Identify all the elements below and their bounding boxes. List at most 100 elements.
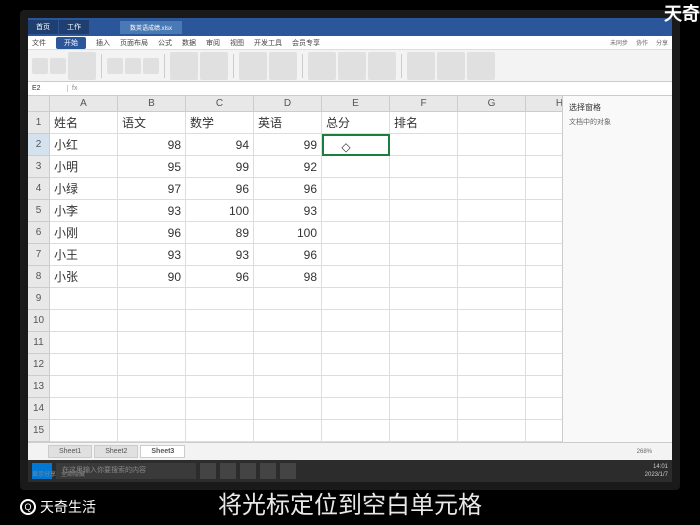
cell[interactable] <box>322 178 390 200</box>
cell[interactable]: 96 <box>186 178 254 200</box>
merge-icon[interactable] <box>170 52 198 80</box>
cell[interactable]: 94 <box>186 134 254 156</box>
select-all-corner[interactable] <box>28 96 50 112</box>
cell[interactable] <box>458 178 526 200</box>
cell[interactable] <box>458 200 526 222</box>
cell[interactable] <box>186 398 254 420</box>
row-header[interactable]: 14 <box>28 398 50 420</box>
cell[interactable]: 96 <box>186 266 254 288</box>
row-header[interactable]: 15 <box>28 420 50 442</box>
cell[interactable]: 96 <box>254 244 322 266</box>
cell[interactable]: 93 <box>186 244 254 266</box>
cell[interactable] <box>526 244 562 266</box>
row-header[interactable]: 5 <box>28 200 50 222</box>
cell[interactable] <box>390 178 458 200</box>
cell[interactable] <box>50 398 118 420</box>
cell[interactable] <box>186 420 254 442</box>
cell[interactable] <box>526 310 562 332</box>
document-filename[interactable]: 数英语成绩.xlsx <box>120 21 182 34</box>
sum-icon[interactable] <box>308 52 336 80</box>
cell[interactable] <box>322 420 390 442</box>
cell[interactable] <box>186 310 254 332</box>
cell[interactable]: 96 <box>118 222 186 244</box>
italic-icon[interactable] <box>125 58 141 74</box>
cell[interactable] <box>322 244 390 266</box>
cell[interactable] <box>186 288 254 310</box>
format-icon[interactable] <box>239 52 267 80</box>
cell[interactable]: 小李 <box>50 200 118 222</box>
cell[interactable] <box>390 332 458 354</box>
cell[interactable] <box>390 288 458 310</box>
cell[interactable] <box>322 332 390 354</box>
row-header[interactable]: 12 <box>28 354 50 376</box>
cell[interactable] <box>526 222 562 244</box>
active-cell[interactable]: ◇ <box>322 134 390 156</box>
cell[interactable]: 小王 <box>50 244 118 266</box>
cell[interactable] <box>458 222 526 244</box>
col-header[interactable]: G <box>458 96 526 112</box>
cell[interactable] <box>390 376 458 398</box>
sheet-tab[interactable]: Sheet1 <box>48 445 92 458</box>
row-header[interactable]: 13 <box>28 376 50 398</box>
sheet-tab-active[interactable]: Sheet3 <box>140 445 185 458</box>
cell[interactable]: 97 <box>118 178 186 200</box>
collab-button[interactable]: 协作 <box>636 38 648 47</box>
cell[interactable]: 小红 <box>50 134 118 156</box>
cell[interactable] <box>526 420 562 442</box>
cut-icon[interactable] <box>32 58 48 74</box>
cell[interactable]: 92 <box>254 156 322 178</box>
cell[interactable] <box>118 354 186 376</box>
cell[interactable] <box>526 134 562 156</box>
cell[interactable] <box>50 310 118 332</box>
bold-icon[interactable] <box>107 58 123 74</box>
cell[interactable] <box>322 222 390 244</box>
name-box[interactable]: E2 <box>28 85 68 92</box>
cell[interactable] <box>322 200 390 222</box>
cell[interactable]: 小绿 <box>50 178 118 200</box>
cell[interactable] <box>526 112 562 134</box>
cell[interactable] <box>458 266 526 288</box>
cell[interactable] <box>458 398 526 420</box>
cell[interactable] <box>254 288 322 310</box>
copy-icon[interactable] <box>50 58 66 74</box>
cell[interactable] <box>526 332 562 354</box>
sync-status[interactable]: 未同步 <box>610 38 628 47</box>
cell[interactable] <box>118 310 186 332</box>
row-header[interactable]: 6 <box>28 222 50 244</box>
cell[interactable] <box>322 156 390 178</box>
cell[interactable] <box>50 332 118 354</box>
cell[interactable] <box>322 376 390 398</box>
cell[interactable] <box>254 354 322 376</box>
row-header[interactable]: 7 <box>28 244 50 266</box>
cell[interactable] <box>526 354 562 376</box>
cell[interactable]: 99 <box>186 156 254 178</box>
row-header[interactable]: 11 <box>28 332 50 354</box>
col-header[interactable]: E <box>322 96 390 112</box>
cell[interactable] <box>186 376 254 398</box>
cell[interactable] <box>526 288 562 310</box>
col-header[interactable]: D <box>254 96 322 112</box>
cell[interactable]: 数学 <box>186 112 254 134</box>
cell[interactable] <box>390 222 458 244</box>
menu-review[interactable]: 审阅 <box>206 38 220 48</box>
worksheet-icon[interactable] <box>437 52 465 80</box>
cell[interactable]: 小明 <box>50 156 118 178</box>
row-header[interactable]: 8 <box>28 266 50 288</box>
underline-icon[interactable] <box>143 58 159 74</box>
cell[interactable] <box>390 310 458 332</box>
cell[interactable]: 93 <box>118 244 186 266</box>
col-header[interactable]: A <box>50 96 118 112</box>
col-header[interactable]: B <box>118 96 186 112</box>
wrap-icon[interactable] <box>200 52 228 80</box>
cell[interactable] <box>458 288 526 310</box>
cell[interactable] <box>390 200 458 222</box>
cell[interactable] <box>526 398 562 420</box>
cell[interactable] <box>254 310 322 332</box>
cell[interactable] <box>390 134 458 156</box>
menu-formula[interactable]: 公式 <box>158 38 172 48</box>
row-header[interactable]: 3 <box>28 156 50 178</box>
menu-data[interactable]: 数据 <box>182 38 196 48</box>
cell[interactable]: 93 <box>118 200 186 222</box>
cell[interactable]: 89 <box>186 222 254 244</box>
cell[interactable] <box>526 178 562 200</box>
